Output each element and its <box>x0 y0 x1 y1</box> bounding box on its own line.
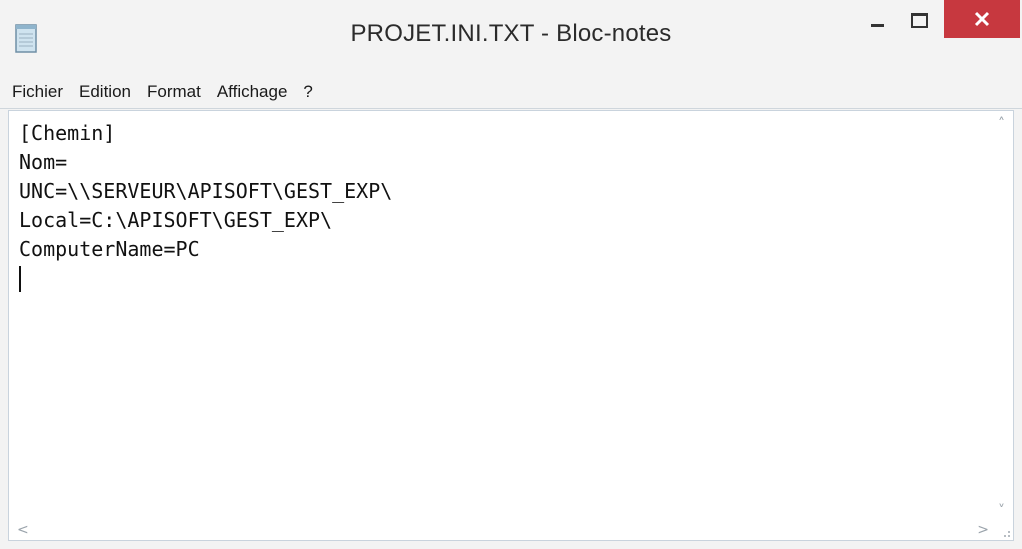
text-caret <box>19 266 21 292</box>
text-editor[interactable]: [Chemin] Nom= UNC=\\SERVEUR\APISOFT\GEST_E… <box>8 110 1014 541</box>
text-line: Nom= <box>19 150 68 174</box>
text-line: ComputerName=PC <box>19 237 200 261</box>
chevron-left-icon[interactable]: < <box>17 523 29 537</box>
menu-help[interactable]: ? <box>295 76 320 108</box>
menu-bar: Fichier Edition Format Affichage ? <box>0 76 1022 109</box>
menu-fichier[interactable]: Fichier <box>4 76 71 108</box>
close-button[interactable] <box>944 0 1020 38</box>
title-bar[interactable]: PROJET.INI.TXT - Bloc-notes <box>0 0 1022 76</box>
menu-format[interactable]: Format <box>139 76 209 108</box>
maximize-icon <box>910 12 928 28</box>
chevron-up-icon[interactable]: ˄ <box>998 117 1005 131</box>
minimize-icon <box>870 23 884 27</box>
text-line: UNC=\\SERVEUR\APISOFT\GEST_EXP\ <box>19 179 393 203</box>
vertical-scrollbar[interactable]: ˄ ˅ <box>995 111 1013 522</box>
menu-affichage[interactable]: Affichage <box>209 76 296 108</box>
chevron-right-icon[interactable]: > <box>977 523 989 537</box>
editor-text-area[interactable]: [Chemin] Nom= UNC=\\SERVEUR\APISOFT\GEST_E… <box>9 111 995 522</box>
text-line: [Chemin] <box>19 121 116 145</box>
maximize-button[interactable] <box>898 0 940 40</box>
menu-edition[interactable]: Edition <box>71 76 139 108</box>
text-line: Local=C:\APISOFT\GEST_EXP\ <box>19 208 333 232</box>
minimize-button[interactable] <box>856 0 898 40</box>
close-icon <box>974 11 990 27</box>
horizontal-scrollbar[interactable]: < > <box>9 522 995 540</box>
resize-grip[interactable] <box>995 522 1013 540</box>
resize-grip-icon <box>1004 531 1010 537</box>
chevron-down-icon[interactable]: ˅ <box>998 504 1005 518</box>
